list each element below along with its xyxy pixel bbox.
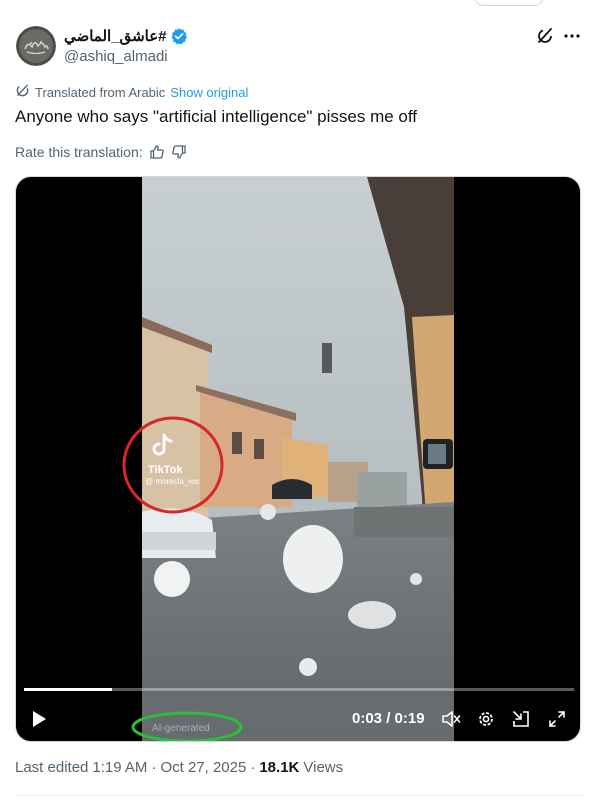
views-label: Views: [303, 759, 344, 776]
video-progress-bar[interactable]: [24, 688, 574, 691]
verified-badge-icon: [170, 27, 188, 45]
fullscreen-icon[interactable]: [546, 707, 568, 731]
rate-translation-label: Rate this translation:: [15, 144, 143, 160]
video-time-display: 0:03 / 0:19: [352, 710, 425, 727]
tweet-text: Anyone who says "artificial intelligence…: [15, 107, 418, 126]
meta-separator: ·: [250, 759, 256, 776]
edited-label[interactable]: Last edited: [15, 759, 88, 776]
views-count: 18.1K: [259, 759, 300, 776]
play-icon[interactable]: [28, 707, 50, 731]
picture-in-picture-icon[interactable]: [510, 707, 532, 731]
video-progress-fill: [24, 688, 112, 691]
meta-separator: ·: [151, 759, 157, 776]
top-pill-button[interactable]: [474, 0, 544, 6]
tweet-date[interactable]: Oct 27, 2025: [160, 759, 246, 776]
tweet-time[interactable]: 1:19 AM: [92, 759, 147, 776]
translate-icon: [15, 83, 30, 101]
more-icon[interactable]: [561, 26, 583, 46]
tweet-meta: Last edited 1:19 AM · Oct 27, 2025 · 18.…: [15, 759, 343, 776]
thumbs-down-icon[interactable]: [171, 144, 187, 160]
grok-icon[interactable]: [535, 26, 555, 46]
translation-notice: Translated from Arabic Show original: [15, 83, 248, 101]
settings-icon[interactable]: [475, 707, 497, 731]
divider: [15, 795, 584, 796]
translated-label: Translated from Arabic: [35, 84, 166, 100]
author-display-name[interactable]: عاشق_الماضي#: [64, 27, 167, 45]
video-player[interactable]: TikTok @ morecla_rec 0:03 / 0:19 AI-gene…: [15, 176, 581, 742]
avatar[interactable]: [16, 26, 56, 66]
author-name-row[interactable]: عاشق_الماضي#: [64, 27, 188, 45]
mute-icon[interactable]: [440, 707, 462, 731]
thumbs-up-icon[interactable]: [149, 144, 165, 160]
author-handle[interactable]: @ashiq_almadi: [64, 48, 168, 65]
ai-label-annotation-ellipse: [131, 711, 243, 741]
top-sliver: [0, 0, 599, 6]
show-original-link[interactable]: Show original: [170, 85, 248, 100]
rate-translation-row: Rate this translation:: [15, 144, 187, 160]
watermark-annotation-circle: [122, 416, 224, 514]
